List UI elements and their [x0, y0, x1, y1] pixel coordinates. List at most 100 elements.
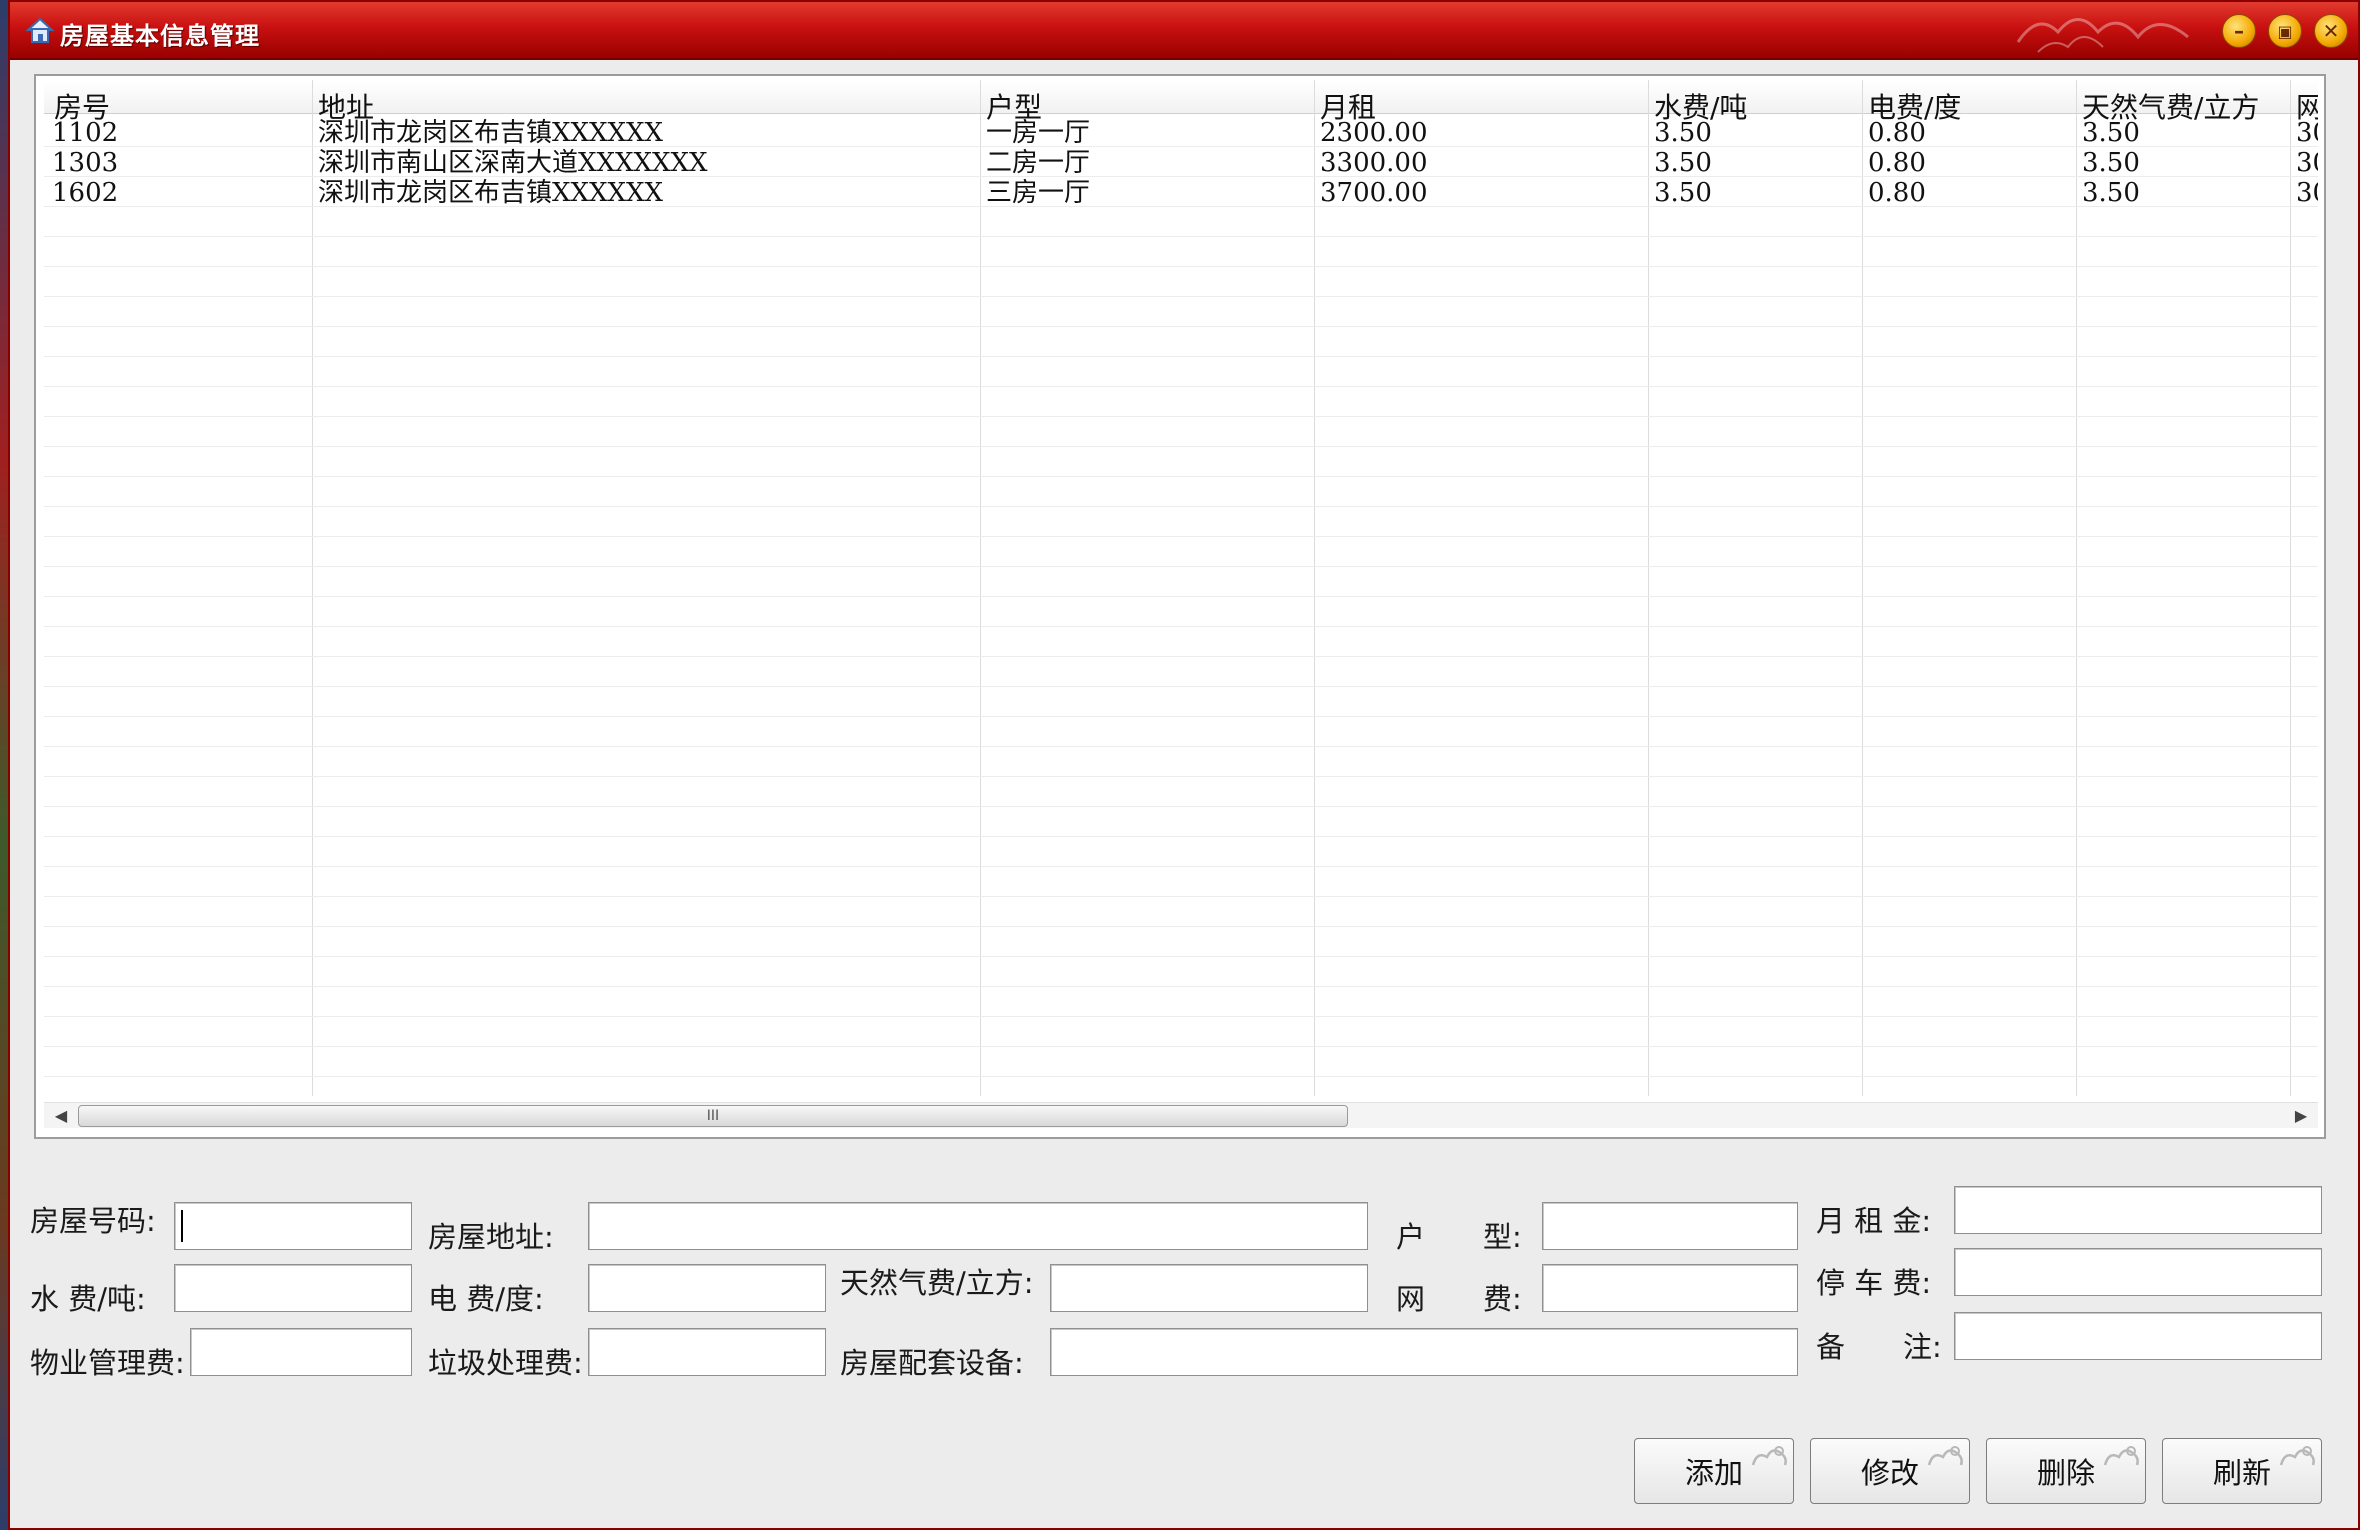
maximize-icon: ▣	[2277, 21, 2293, 41]
row-divider	[44, 956, 2318, 957]
row-divider	[44, 146, 2318, 147]
column-divider	[1862, 80, 1863, 1096]
monthly-rent-label: 月 租 金:	[1816, 1204, 1932, 1238]
table-header	[44, 80, 2318, 114]
cell-water-fee: 3.50	[1654, 118, 1712, 148]
row-divider	[44, 416, 2318, 417]
cloud-pattern-icon	[2016, 18, 2189, 53]
water-fee-input[interactable]	[174, 1264, 412, 1312]
cell-address: 深圳市南山区深南大道XXXXXXX	[318, 148, 708, 178]
row-divider	[44, 656, 2318, 657]
remark-label: 备 注:	[1816, 1330, 1942, 1364]
cell-rent: 3700.00	[1320, 178, 1428, 208]
net-fee-input[interactable]	[1542, 1264, 1798, 1312]
cell-water-fee: 3.50	[1654, 148, 1712, 178]
column-divider	[980, 80, 981, 1096]
cell-house-type: 一房一厅	[986, 118, 1091, 148]
cell-net-fee: 30	[2296, 118, 2318, 148]
cell-water-fee: 3.50	[1654, 178, 1712, 208]
row-divider	[44, 866, 2318, 867]
scroll-thumb[interactable]: III	[78, 1105, 1348, 1127]
row-divider	[44, 806, 2318, 807]
delete-button-label: 删除	[2036, 1456, 2095, 1490]
house-address-input[interactable]	[588, 1202, 1368, 1250]
parking-fee-label: 停 车 费:	[1816, 1266, 1932, 1300]
cell-house-no: 1303	[52, 148, 119, 178]
row-divider	[44, 296, 2318, 297]
house-type-input[interactable]	[1542, 1202, 1798, 1250]
refresh-button[interactable]: 刷新	[2162, 1438, 2322, 1504]
cloud-swirl-icon	[2103, 1446, 2139, 1466]
scroll-left-icon[interactable]: ◀	[50, 1105, 72, 1127]
maximize-button[interactable]: ▣	[2268, 14, 2302, 48]
row-divider	[44, 686, 2318, 687]
delete-button[interactable]: 删除	[1986, 1438, 2146, 1504]
add-button[interactable]: 添加	[1634, 1438, 1794, 1504]
house-no-input[interactable]	[174, 1202, 412, 1250]
scroll-right-icon[interactable]: ▶	[2290, 1105, 2312, 1127]
row-divider	[44, 836, 2318, 837]
house-table[interactable]: 房号 地址 户型 月租 水费/吨 电费/度 天然气费/立方 网 1102 深圳市…	[34, 74, 2326, 1139]
window-title: 房屋基本信息管理	[60, 22, 260, 50]
edit-button[interactable]: 修改	[1810, 1438, 1970, 1504]
column-divider	[1314, 80, 1315, 1096]
cell-net-fee: 30	[2296, 148, 2318, 178]
garbage-fee-input[interactable]	[588, 1328, 826, 1376]
cell-elec-fee: 0.80	[1868, 118, 1926, 148]
cloud-swirl-icon	[1751, 1446, 1787, 1466]
row-divider	[44, 986, 2318, 987]
row-divider	[44, 746, 2318, 747]
property-fee-input[interactable]	[190, 1328, 412, 1376]
cell-gas-fee: 3.50	[2082, 118, 2140, 148]
minimize-icon: –	[2234, 19, 2244, 43]
row-divider	[44, 206, 2318, 207]
monthly-rent-input[interactable]	[1954, 1186, 2322, 1234]
cell-house-type: 三房一厅	[986, 178, 1091, 208]
title-bar[interactable]: 房屋基本信息管理 – ▣ ✕	[10, 2, 2358, 60]
house-icon	[25, 17, 55, 43]
minimize-button[interactable]: –	[2222, 14, 2256, 48]
row-divider	[44, 326, 2318, 327]
add-button-label: 添加	[1684, 1456, 1743, 1490]
cell-elec-fee: 0.80	[1868, 178, 1926, 208]
row-divider	[44, 626, 2318, 627]
cell-house-type: 二房一厅	[986, 148, 1091, 178]
cell-net-fee: 30	[2296, 178, 2318, 208]
table-grid: 房号 地址 户型 月租 水费/吨 电费/度 天然气费/立方 网 1102 深圳市…	[44, 80, 2318, 1100]
row-divider	[44, 566, 2318, 567]
facilities-input[interactable]	[1050, 1328, 1798, 1376]
row-divider	[44, 536, 2318, 537]
elec-fee-label: 电 费/度:	[428, 1282, 544, 1316]
row-divider	[44, 176, 2318, 177]
cell-address: 深圳市龙岗区布吉镇XXXXXX	[318, 178, 664, 208]
net-fee-label: 网 费:	[1396, 1282, 1522, 1316]
garbage-fee-label: 垃圾处理费:	[428, 1346, 583, 1380]
row-divider	[44, 476, 2318, 477]
property-fee-label: 物业管理费:	[30, 1346, 185, 1380]
row-divider	[44, 356, 2318, 357]
cloud-swirl-icon	[2279, 1446, 2315, 1466]
parking-fee-input[interactable]	[1954, 1248, 2322, 1296]
column-divider	[2290, 80, 2291, 1096]
row-divider	[44, 896, 2318, 897]
close-icon: ✕	[2322, 19, 2340, 43]
gas-fee-input[interactable]	[1050, 1264, 1368, 1312]
column-divider	[1648, 80, 1649, 1096]
row-divider	[44, 446, 2318, 447]
close-button[interactable]: ✕	[2314, 14, 2348, 48]
row-divider	[44, 926, 2318, 927]
water-fee-label: 水 费/吨:	[30, 1282, 146, 1316]
refresh-button-label: 刷新	[2212, 1456, 2271, 1490]
gas-fee-label: 天然气费/立方:	[840, 1266, 1034, 1300]
cell-house-no: 1102	[52, 118, 119, 148]
horizontal-scrollbar[interactable]: ◀ III ▶	[44, 1102, 2318, 1128]
house-info-window: 房屋基本信息管理 – ▣ ✕ 房号 地址 户型 月租 水费/吨 电费/度 天然气…	[8, 0, 2360, 1530]
cell-house-no: 1602	[52, 178, 119, 208]
house-type-label: 户 型:	[1396, 1220, 1522, 1254]
elec-fee-input[interactable]	[588, 1264, 826, 1312]
row-divider	[44, 776, 2318, 777]
row-divider	[44, 236, 2318, 237]
row-divider	[44, 1016, 2318, 1017]
remark-input[interactable]	[1954, 1312, 2322, 1360]
cloud-swirl-icon	[1927, 1446, 1963, 1466]
